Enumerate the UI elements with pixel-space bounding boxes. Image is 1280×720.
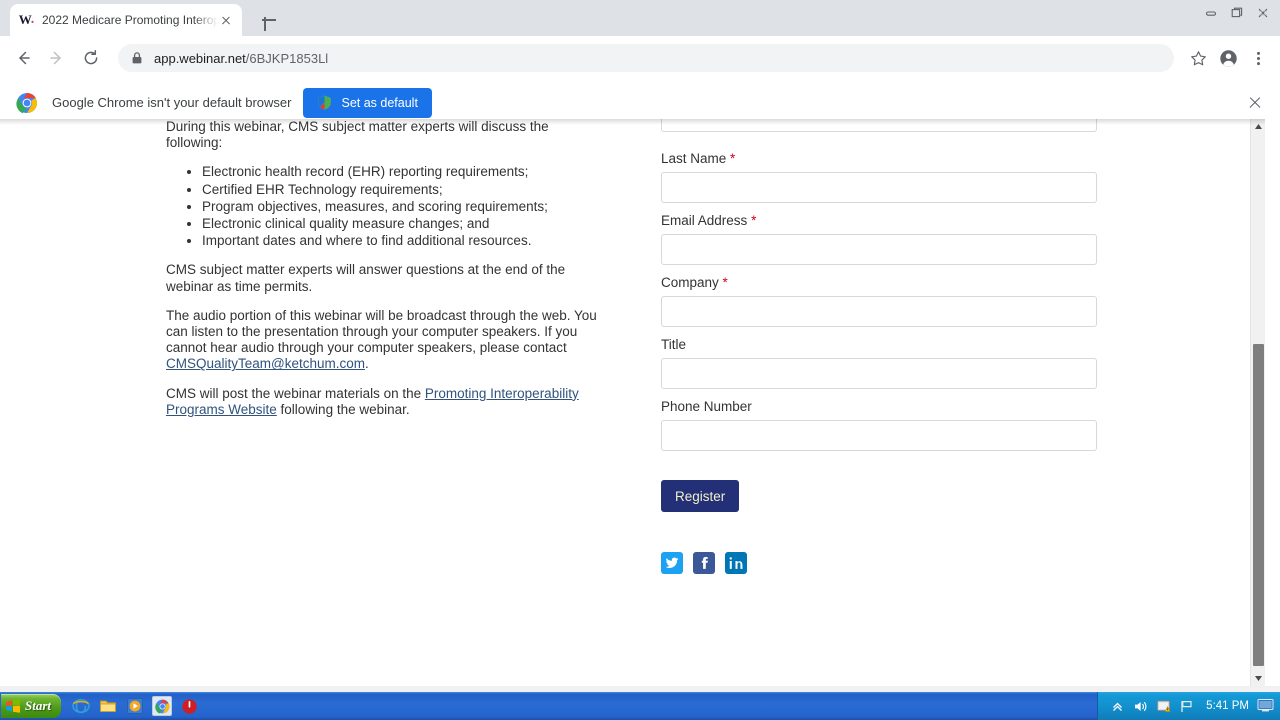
audio-text-before: The audio portion of this webinar will b… bbox=[166, 307, 597, 356]
shutdown-red-icon[interactable] bbox=[179, 696, 199, 716]
shield-icon bbox=[317, 95, 332, 110]
field-title: Title bbox=[661, 337, 1097, 389]
webinar-topics-list: Electronic health record (EHR) reporting… bbox=[166, 164, 606, 249]
scroll-down-arrow-icon[interactable] bbox=[1251, 671, 1266, 686]
google-chrome-icon bbox=[16, 92, 38, 114]
flag-icon[interactable] bbox=[1178, 698, 1195, 715]
twitter-icon[interactable] bbox=[661, 552, 683, 574]
cms-quality-team-email-link[interactable]: CMSQualityTeam@ketchum.com bbox=[166, 356, 365, 371]
questions-paragraph: CMS subject matter experts will answer q… bbox=[166, 262, 566, 294]
forward-button[interactable] bbox=[42, 43, 72, 73]
google-chrome-taskbar-icon[interactable] bbox=[152, 696, 173, 716]
file-explorer-icon[interactable] bbox=[98, 696, 118, 716]
field-phone-number: Phone Number bbox=[661, 399, 1097, 451]
facebook-icon[interactable] bbox=[693, 552, 715, 574]
webinar-description-column: During this webinar, CMS subject matter … bbox=[166, 119, 606, 431]
linkedin-icon[interactable] bbox=[725, 552, 747, 574]
restore-button[interactable] bbox=[1224, 2, 1250, 24]
email-address-label: Email Address * bbox=[661, 213, 1097, 228]
url-host: app.webinar.net bbox=[154, 50, 246, 66]
page-vertical-scrollbar[interactable] bbox=[1250, 119, 1265, 686]
start-button-label: Start bbox=[25, 698, 52, 713]
back-button[interactable] bbox=[8, 43, 38, 73]
chrome-menu-icon[interactable] bbox=[1244, 44, 1272, 72]
social-links bbox=[661, 552, 1097, 574]
page-viewport: During this webinar, CMS subject matter … bbox=[0, 119, 1280, 692]
field-company: Company * bbox=[661, 275, 1097, 327]
required-marker: * bbox=[730, 151, 736, 166]
volume-icon[interactable] bbox=[1132, 698, 1149, 715]
company-label: Company * bbox=[661, 275, 1097, 290]
scroll-up-arrow-icon[interactable] bbox=[1251, 119, 1266, 134]
email-address-label-text: Email Address bbox=[661, 213, 748, 228]
internet-explorer-icon[interactable] bbox=[71, 696, 91, 716]
tab-title: 2022 Medicare Promoting Interoper... bbox=[42, 13, 218, 27]
webinar-net-w-logo-icon: W. bbox=[18, 12, 34, 27]
required-marker: * bbox=[722, 275, 728, 290]
url-text: app.webinar.net/6BJKP1853Ll bbox=[154, 51, 328, 66]
company-input[interactable] bbox=[661, 296, 1097, 327]
tab-strip: W. 2022 Medicare Promoting Interoper... bbox=[0, 0, 1280, 36]
audio-text-after: . bbox=[365, 356, 369, 372]
windows-taskbar: Start 5:41 PM bbox=[0, 692, 1280, 720]
phone-number-label: Phone Number bbox=[661, 399, 752, 414]
windows-flag-icon bbox=[5, 698, 21, 714]
title-label: Title bbox=[661, 337, 687, 352]
email-address-input[interactable] bbox=[661, 234, 1097, 265]
profile-avatar-icon[interactable] bbox=[1214, 44, 1242, 72]
last-name-input[interactable] bbox=[661, 172, 1097, 203]
phone-number-input[interactable] bbox=[661, 420, 1097, 451]
materials-text-before: CMS will post the webinar materials on t… bbox=[166, 385, 425, 401]
show-desktop-icon[interactable] bbox=[1257, 698, 1274, 715]
last-name-label-text: Last Name bbox=[661, 151, 727, 166]
media-player-icon[interactable] bbox=[125, 696, 145, 716]
required-marker: * bbox=[751, 213, 757, 228]
security-alert-icon[interactable] bbox=[1155, 698, 1172, 715]
list-item: Electronic clinical quality measure chan… bbox=[202, 216, 606, 232]
address-bar[interactable]: app.webinar.net/6BJKP1853Ll bbox=[118, 44, 1174, 72]
list-item: Certified EHR Technology requirements; bbox=[202, 182, 606, 198]
list-item: Important dates and where to find additi… bbox=[202, 233, 606, 249]
close-infobar-icon[interactable] bbox=[1246, 94, 1264, 112]
last-name-label: Last Name * bbox=[661, 151, 1097, 166]
browser-toolbar: app.webinar.net/6BJKP1853Ll bbox=[0, 36, 1280, 80]
secure-lock-icon bbox=[130, 51, 144, 65]
url-path: /6BJKP1853Ll bbox=[245, 50, 329, 66]
title-input[interactable] bbox=[661, 358, 1097, 389]
materials-text-after: following the webinar. bbox=[276, 401, 410, 417]
minimize-button[interactable] bbox=[1198, 2, 1224, 24]
set-as-default-button[interactable]: Set as default bbox=[303, 87, 432, 118]
list-item: Program objectives, measures, and scorin… bbox=[202, 199, 606, 215]
new-tab-button[interactable] bbox=[258, 9, 280, 31]
quick-launch-bar bbox=[71, 696, 199, 716]
company-label-text: Company bbox=[661, 275, 719, 290]
field-email-address: Email Address * bbox=[661, 213, 1097, 265]
close-window-button[interactable] bbox=[1250, 2, 1276, 24]
set-as-default-label: Set as default bbox=[341, 95, 418, 110]
field-last-name: Last Name * bbox=[661, 151, 1097, 203]
show-hidden-icons-icon[interactable] bbox=[1109, 698, 1126, 715]
bookmark-star-icon[interactable] bbox=[1184, 44, 1212, 72]
materials-paragraph: CMS will post the webinar materials on t… bbox=[166, 386, 606, 418]
close-icon[interactable] bbox=[218, 12, 234, 28]
scrollbar-thumb[interactable] bbox=[1253, 344, 1264, 666]
intro-paragraph: During this webinar, CMS subject matter … bbox=[166, 119, 549, 151]
chrome-browser-window: W. 2022 Medicare Promoting Interoper... bbox=[0, 0, 1280, 692]
field-first-name bbox=[661, 119, 1097, 132]
taskbar-clock[interactable]: 5:41 PM bbox=[1206, 700, 1249, 712]
start-button[interactable]: Start bbox=[1, 694, 62, 718]
system-tray: 5:41 PM bbox=[1097, 692, 1280, 720]
infobar-message: Google Chrome isn't your default browser bbox=[52, 95, 292, 110]
audio-paragraph: The audio portion of this webinar will b… bbox=[166, 308, 606, 373]
toolbar-right-icons bbox=[1182, 44, 1272, 72]
browser-tab[interactable]: W. 2022 Medicare Promoting Interoper... bbox=[10, 4, 242, 36]
webinar-registration-page: During this webinar, CMS subject matter … bbox=[0, 119, 1265, 686]
reload-button[interactable] bbox=[76, 43, 106, 73]
first-name-input[interactable] bbox=[661, 119, 1097, 132]
registration-form-column: Last Name * Email Address * Company * Ti… bbox=[661, 119, 1097, 574]
window-controls bbox=[1198, 2, 1276, 24]
register-button[interactable]: Register bbox=[661, 480, 740, 512]
list-item: Electronic health record (EHR) reporting… bbox=[202, 164, 606, 180]
